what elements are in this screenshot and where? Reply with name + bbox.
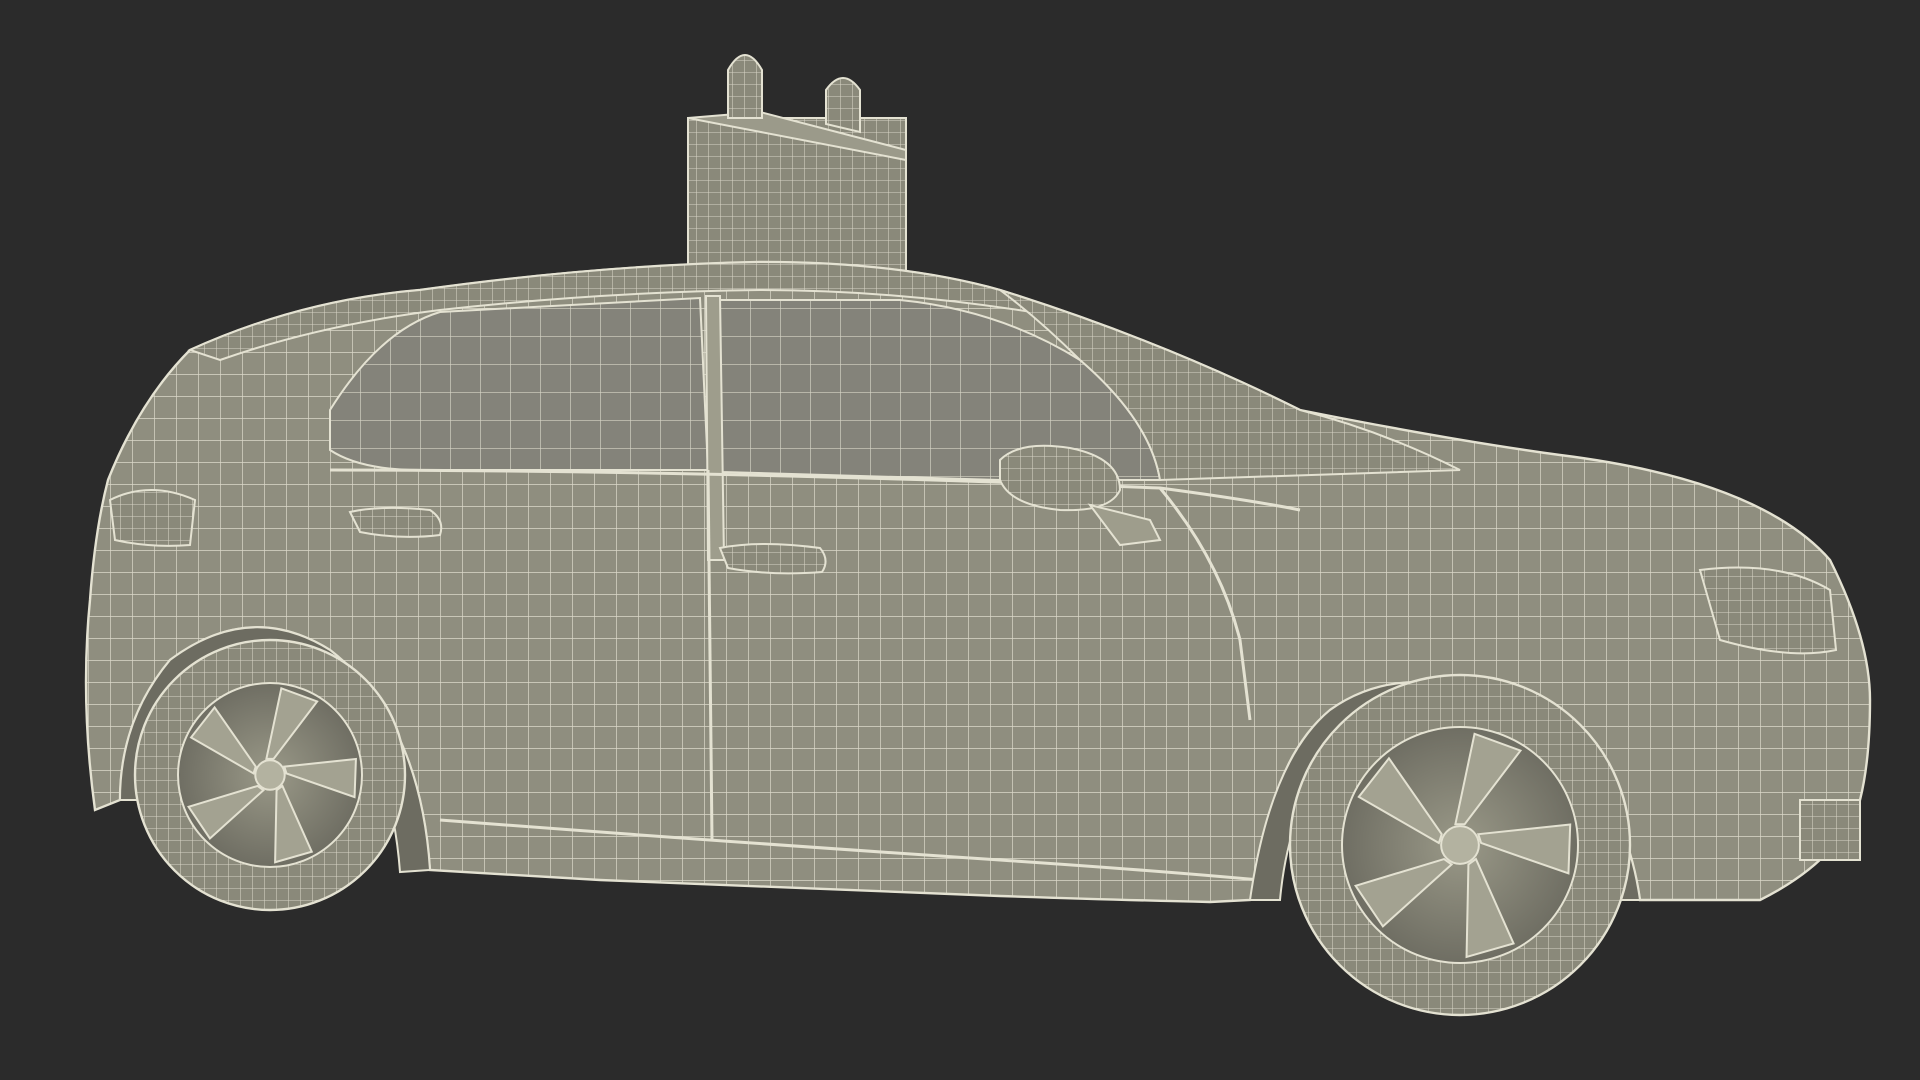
wheel-hub xyxy=(254,759,286,791)
wheel-hub xyxy=(1440,825,1480,865)
car-wireframe-render xyxy=(84,54,1872,1017)
wheel-icon xyxy=(1288,673,1632,1017)
render-viewport xyxy=(0,0,1920,1080)
wheel-icon xyxy=(133,638,407,912)
roof-sensor-icon xyxy=(687,54,907,277)
